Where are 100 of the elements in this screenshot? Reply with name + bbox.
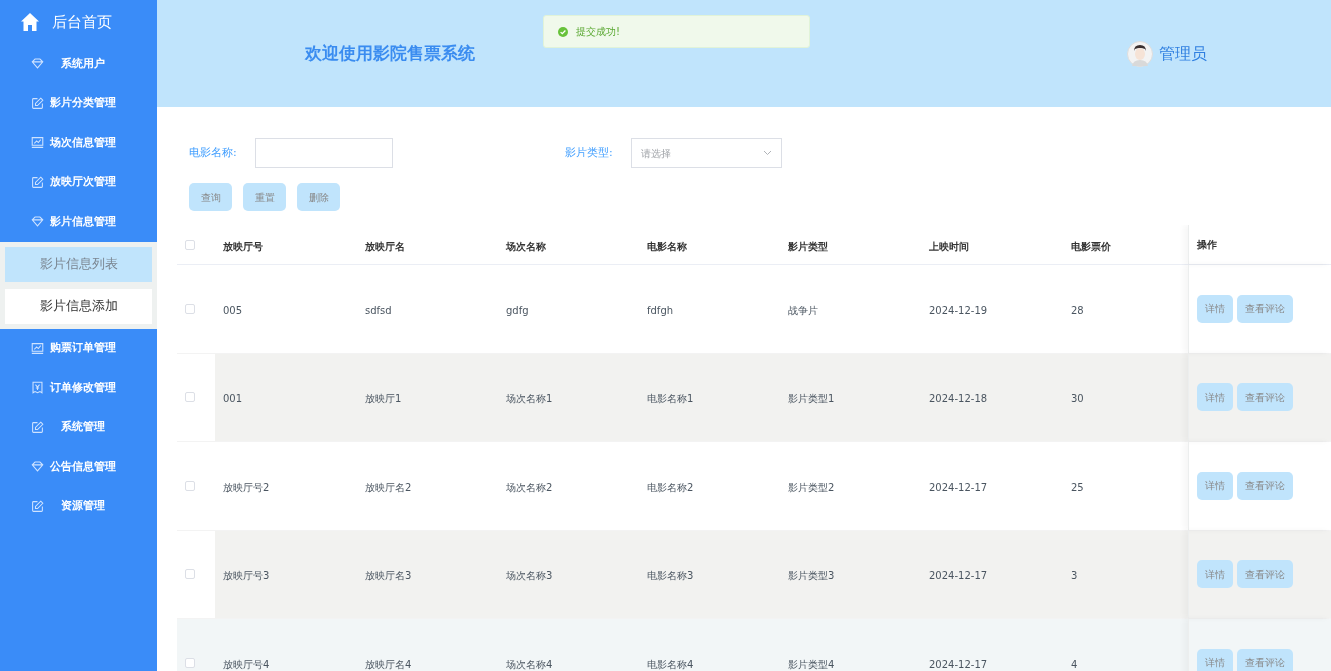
table-cell: 战争片 bbox=[788, 304, 818, 316]
table-cell: 影片类型4 bbox=[788, 658, 835, 670]
diamond-icon bbox=[31, 460, 44, 474]
system-title: 欢迎使用影院售票系统 bbox=[305, 41, 475, 65]
table-cell: 25 bbox=[1071, 481, 1084, 493]
filter-label: 电影名称: bbox=[189, 144, 238, 161]
table-cell: 4 bbox=[1071, 658, 1078, 670]
action-button[interactable]: 删除 bbox=[297, 183, 340, 211]
submenu-item[interactable]: 影片信息添加 bbox=[5, 288, 152, 324]
sidebar-menu-item[interactable]: 影片分类管理 bbox=[0, 83, 157, 123]
sidebar-menu-item[interactable]: 购票订单管理 bbox=[0, 328, 157, 368]
table-cell: 电影名称1 bbox=[647, 393, 694, 405]
table-cell: gdfg bbox=[506, 304, 529, 316]
table-cell: sdfsd bbox=[365, 304, 392, 316]
table-cell: 放映厅名2 bbox=[365, 481, 412, 493]
table-cell: 场次名称4 bbox=[506, 658, 553, 670]
row-action-button[interactable]: 查看评论 bbox=[1237, 471, 1293, 500]
table-row[interactable]: 放映厅号4 放映厅名4 场次名称4 电影名称4 影片类型4 2024-12-17 4 详情 查看评论 bbox=[177, 619, 1331, 671]
column-header: 放映厅号 bbox=[223, 240, 263, 252]
row-checkbox[interactable] bbox=[185, 303, 195, 314]
sidebar-home-item[interactable]: 后台首页 bbox=[0, 0, 157, 44]
edit-icon bbox=[31, 175, 44, 189]
table-cell: 电影名称3 bbox=[647, 570, 694, 582]
table-cell: 场次名称2 bbox=[506, 481, 553, 493]
table-cell: 28 bbox=[1071, 304, 1084, 316]
table-cell: 2024-12-17 bbox=[929, 658, 988, 670]
row-action-button[interactable]: 查看评论 bbox=[1237, 294, 1293, 323]
receipt-icon bbox=[31, 381, 44, 395]
filter-label: 影片类型: bbox=[565, 144, 614, 161]
row-action-button[interactable]: 查看评论 bbox=[1237, 560, 1293, 589]
table-row[interactable]: 放映厅号3 放映厅名3 场次名称3 电影名称3 影片类型3 2024-12-17 3 详情 查看评论 bbox=[177, 530, 1331, 619]
submenu-item[interactable]: 影片信息列表 bbox=[5, 246, 152, 282]
chart-icon bbox=[31, 136, 44, 150]
edit-icon bbox=[31, 499, 44, 513]
table-cell: 2024-12-17 bbox=[929, 481, 988, 493]
table-cell: 放映厅名3 bbox=[365, 570, 412, 582]
table-cell: 005 bbox=[223, 304, 243, 316]
sidebar-menu-item[interactable]: 放映厅次管理 bbox=[0, 162, 157, 202]
table-cell: 电影名称2 bbox=[647, 481, 694, 493]
edit-icon bbox=[31, 420, 44, 434]
table-cell: 2024-12-19 bbox=[929, 304, 988, 316]
toast-message: 提交成功! bbox=[576, 25, 620, 39]
user-name[interactable]: 管理员 bbox=[1159, 41, 1207, 66]
row-action-button[interactable]: 查看评论 bbox=[1237, 383, 1293, 412]
row-action-button[interactable]: 详情 bbox=[1197, 560, 1233, 589]
sidebar-menu-item[interactable]: 系统管理 bbox=[0, 407, 157, 447]
chevron-down-icon bbox=[763, 150, 772, 156]
table-cell: 放映厅号3 bbox=[223, 570, 270, 582]
row-action-button[interactable]: 详情 bbox=[1197, 383, 1233, 412]
type-select[interactable]: 请选择 bbox=[631, 138, 782, 168]
row-action-button[interactable]: 详情 bbox=[1197, 294, 1233, 323]
action-button[interactable]: 重置 bbox=[243, 183, 286, 211]
table-cell: 3 bbox=[1071, 570, 1078, 582]
table-cell: 影片类型3 bbox=[788, 570, 835, 582]
table-row[interactable]: 001 放映厅1 场次名称1 电影名称1 影片类型1 2024-12-18 30 详情 查看评论 bbox=[177, 353, 1331, 442]
column-header: 影片类型 bbox=[788, 240, 828, 252]
row-action-button[interactable]: 详情 bbox=[1197, 648, 1233, 671]
column-header: 上映时间 bbox=[929, 240, 969, 252]
edit-icon bbox=[31, 96, 44, 110]
table-cell: 2024-12-18 bbox=[929, 393, 988, 405]
avatar-icon bbox=[1127, 40, 1153, 67]
row-checkbox[interactable] bbox=[185, 569, 195, 580]
column-header: 电影名称 bbox=[647, 240, 687, 252]
row-checkbox[interactable] bbox=[185, 480, 195, 491]
sidebar-menu-item[interactable]: 订单修改管理 bbox=[0, 368, 157, 408]
sidebar-menu-item[interactable]: 影片信息管理 bbox=[0, 202, 157, 242]
table-cell: 影片类型1 bbox=[788, 393, 835, 405]
table-cell: 2024-12-17 bbox=[929, 570, 988, 582]
diamond-icon bbox=[31, 57, 44, 71]
table-cell: 场次名称1 bbox=[506, 393, 553, 405]
table-cell: 放映厅1 bbox=[365, 393, 402, 405]
table-cell: 放映厅名4 bbox=[365, 658, 412, 670]
row-action-button[interactable]: 详情 bbox=[1197, 471, 1233, 500]
movie-name-field[interactable] bbox=[255, 138, 393, 168]
table-cell: 30 bbox=[1071, 393, 1084, 405]
table-cell: 影片类型2 bbox=[788, 481, 835, 493]
check-circle-icon bbox=[558, 26, 568, 37]
column-header: 电影票价 bbox=[1071, 240, 1111, 252]
select-all-checkbox[interactable] bbox=[185, 239, 195, 250]
column-header: 场次名称 bbox=[506, 240, 546, 252]
sidebar-menu-item[interactable]: 场次信息管理 bbox=[0, 123, 157, 163]
row-checkbox[interactable] bbox=[185, 392, 195, 403]
sidebar-menu-item[interactable]: 系统用户 bbox=[0, 44, 157, 84]
table-cell: 电影名称4 bbox=[647, 658, 694, 670]
table-cell: 场次名称3 bbox=[506, 570, 553, 582]
chart-icon bbox=[31, 341, 44, 355]
table-cell: 001 bbox=[223, 393, 243, 405]
home-icon bbox=[20, 12, 40, 32]
row-action-button[interactable]: 查看评论 bbox=[1237, 648, 1293, 671]
table-row[interactable]: 放映厅号2 放映厅名2 场次名称2 电影名称2 影片类型2 2024-12-17 25 详情 查看评论 bbox=[177, 442, 1331, 531]
table-row[interactable]: 005 sdfsd gdfg fdfgh 战争片 2024-12-19 28 详情 查看评论 bbox=[177, 265, 1331, 354]
table-cell: 放映厅号2 bbox=[223, 481, 270, 493]
row-checkbox[interactable] bbox=[185, 657, 195, 668]
table-cell: 放映厅号4 bbox=[223, 658, 270, 670]
diamond-icon bbox=[31, 215, 44, 229]
table-cell: fdfgh bbox=[647, 304, 674, 316]
sidebar-menu-item[interactable]: 公告信息管理 bbox=[0, 447, 157, 487]
action-button[interactable]: 查询 bbox=[189, 183, 232, 211]
column-header: 操作 bbox=[1197, 238, 1217, 252]
sidebar-menu-item[interactable]: 资源管理 bbox=[0, 486, 157, 526]
